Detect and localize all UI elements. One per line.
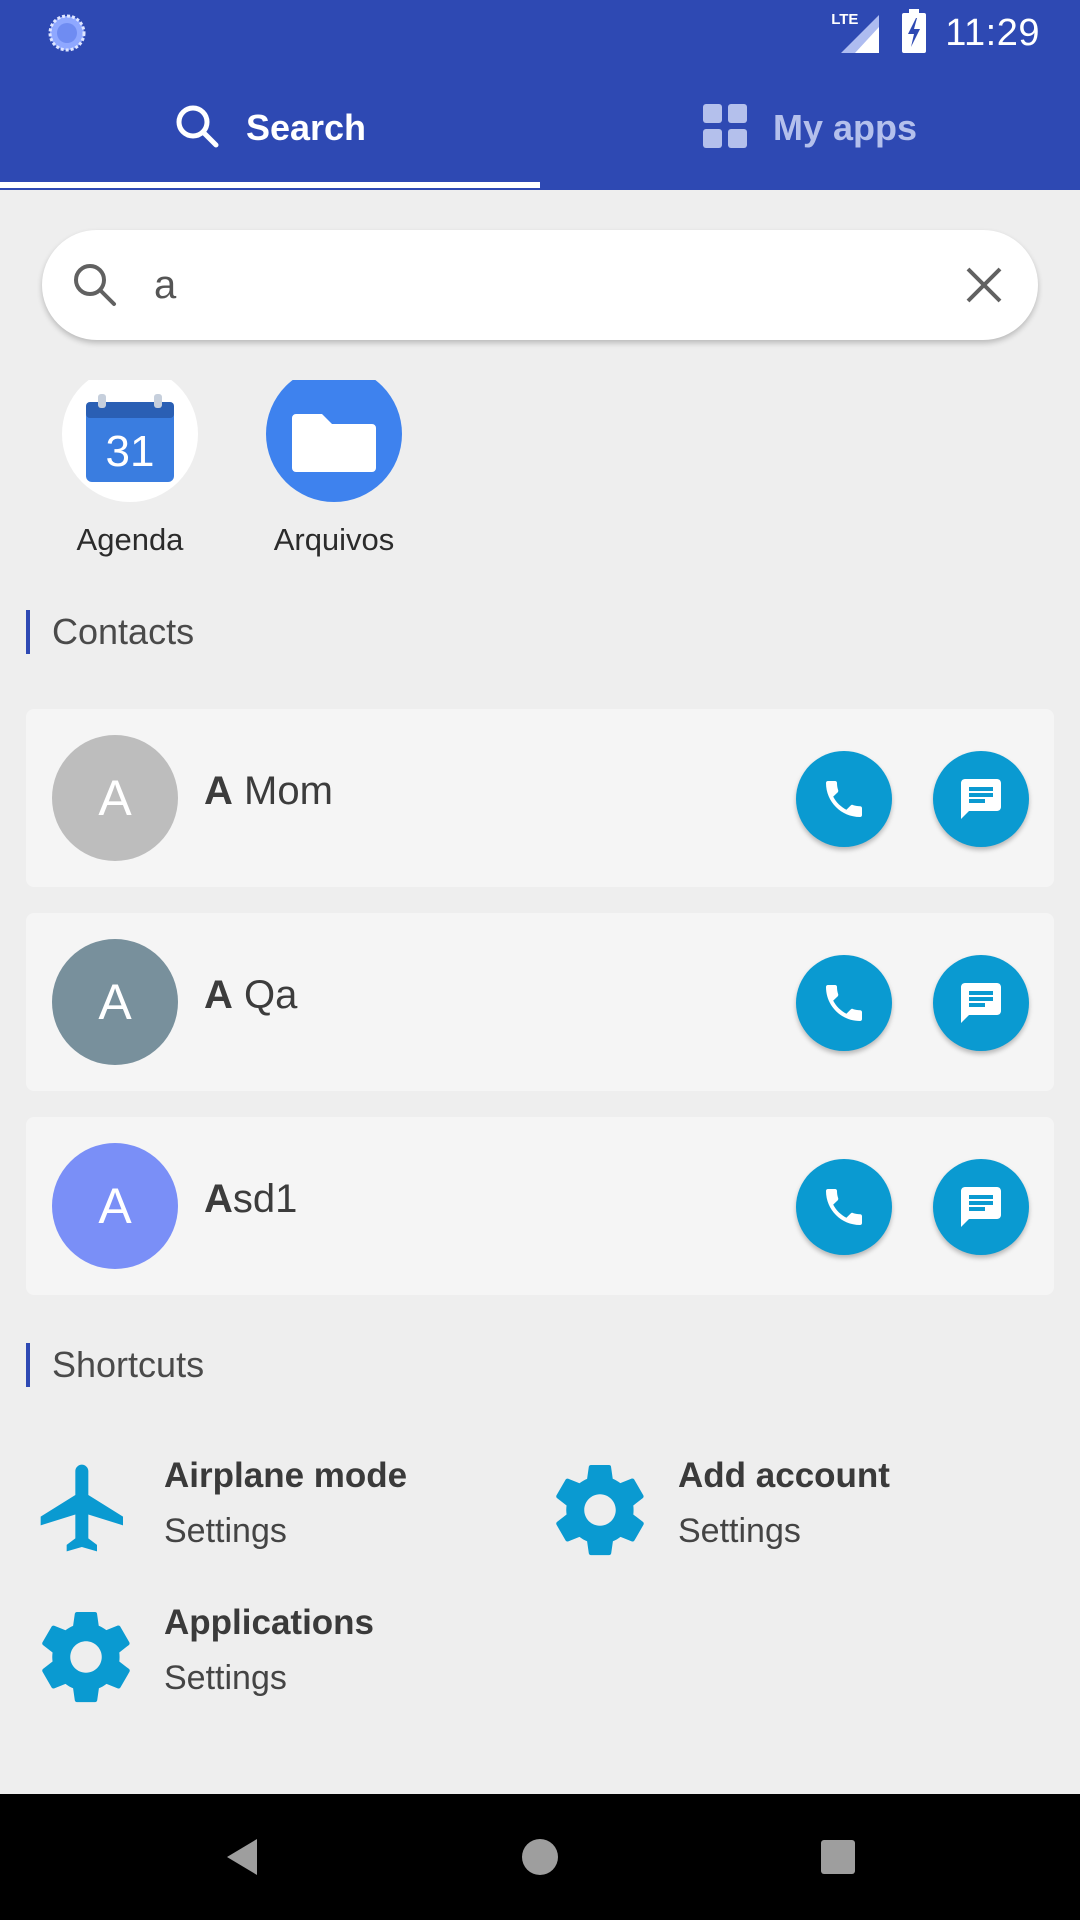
shortcuts-section-header: Shortcuts	[26, 1343, 204, 1387]
search-input[interactable]	[154, 250, 914, 320]
home-icon	[522, 1839, 558, 1875]
folder-icon	[266, 380, 402, 502]
contact-name: Asd1	[204, 1177, 297, 1222]
tab-search[interactable]: Search	[0, 66, 540, 190]
system-navigation-bar	[0, 1794, 1080, 1920]
app-agenda[interactable]: 31 Agenda	[40, 380, 220, 570]
recents-icon	[821, 1840, 855, 1874]
lte-signal-icon: LTE	[831, 11, 883, 55]
phone-icon	[826, 985, 862, 1021]
shortcut-subtitle: Settings	[164, 1512, 287, 1550]
contact-name: A Qa	[204, 973, 297, 1018]
contacts-section-header: Contacts	[26, 610, 194, 654]
shortcut-add-account[interactable]: Add account Settings	[546, 1446, 1046, 1566]
call-button[interactable]	[796, 1159, 892, 1255]
contact-name-rest: sd1	[232, 1177, 298, 1221]
contact-card[interactable]: A A Qa	[26, 913, 1054, 1091]
app-label: Agenda	[76, 522, 184, 557]
battery-charging-icon	[901, 8, 927, 58]
contact-name-match: A	[204, 769, 233, 813]
app-header: LTE 11:29 Search My apps	[0, 0, 1080, 190]
tab-my-apps[interactable]: My apps	[540, 66, 1080, 190]
status-time: 11:29	[945, 11, 1040, 54]
airplane-icon	[32, 1456, 142, 1566]
contact-name-match: A	[204, 1177, 233, 1221]
contact-name: A Mom	[204, 769, 333, 814]
app-arquivos[interactable]: Arquivos	[244, 380, 424, 570]
phone-icon	[826, 781, 862, 817]
shortcut-title: Airplane mode	[164, 1456, 408, 1495]
contact-name-match: A	[204, 973, 233, 1017]
message-icon	[961, 779, 1001, 819]
message-icon	[961, 1187, 1001, 1227]
shortcut-subtitle: Settings	[164, 1659, 287, 1697]
back-icon	[227, 1839, 257, 1875]
status-right: LTE 11:29	[831, 8, 1040, 58]
calendar-icon: 31	[62, 380, 198, 502]
status-bar: LTE 11:29	[0, 0, 1080, 66]
tab-bar: Search My apps	[0, 66, 1080, 190]
search-bar	[42, 230, 1038, 340]
shortcut-subtitle: Settings	[678, 1512, 801, 1550]
message-button[interactable]	[933, 955, 1029, 1051]
shortcut-applications[interactable]: Applications Settings	[32, 1593, 532, 1713]
search-icon	[70, 260, 120, 315]
home-button[interactable]	[507, 1824, 573, 1890]
phone-icon	[826, 1189, 862, 1225]
shortcut-title: Applications	[164, 1603, 375, 1642]
back-button[interactable]	[208, 1824, 274, 1890]
message-button[interactable]	[933, 751, 1029, 847]
close-icon	[966, 267, 1002, 303]
calendar-day: 31	[106, 427, 155, 476]
contact-name-rest: Qa	[232, 973, 298, 1017]
call-button[interactable]	[796, 751, 892, 847]
contact-card[interactable]: A A Mom	[26, 709, 1054, 887]
gear-icon	[546, 1456, 656, 1566]
app-label: Arquivos	[273, 522, 395, 557]
tab-search-label: Search	[245, 107, 367, 148]
active-tab-indicator	[0, 182, 540, 188]
gear-icon	[32, 1603, 142, 1713]
contact-name-rest: Mom	[232, 769, 333, 813]
message-button[interactable]	[933, 1159, 1029, 1255]
shortcut-title: Add account	[678, 1456, 890, 1495]
message-icon	[961, 983, 1001, 1023]
shortcut-airplane-mode[interactable]: Airplane mode Settings	[32, 1446, 532, 1566]
search-icon	[174, 103, 220, 154]
network-type-label: LTE	[831, 11, 859, 28]
clear-search-button[interactable]	[956, 257, 1012, 313]
grid-icon	[702, 103, 747, 153]
launcher-screen: LTE 11:29 Search My apps a 31 Agenda Arq…	[0, 0, 1080, 1920]
contact-card[interactable]: A Asd1	[26, 1117, 1054, 1295]
avatar: A	[52, 939, 178, 1065]
call-button[interactable]	[796, 955, 892, 1051]
sync-notification-icon	[48, 14, 86, 52]
avatar: A	[52, 1143, 178, 1269]
avatar: A	[52, 735, 178, 861]
recents-button[interactable]	[805, 1824, 871, 1890]
tab-my-apps-label: My apps	[772, 107, 918, 148]
